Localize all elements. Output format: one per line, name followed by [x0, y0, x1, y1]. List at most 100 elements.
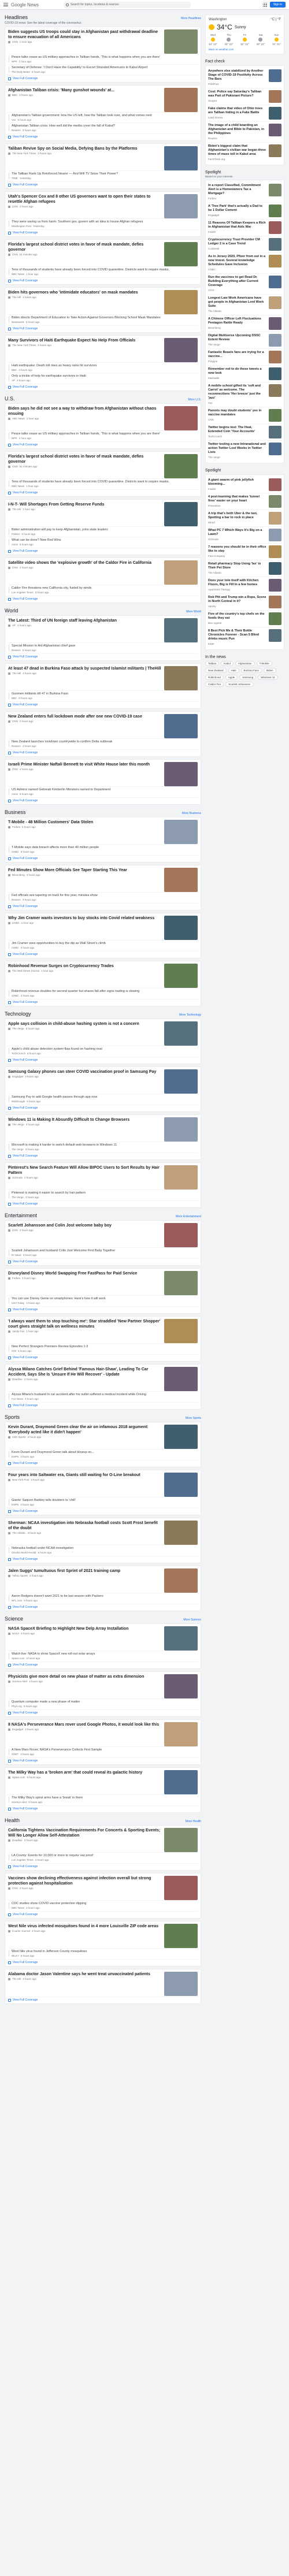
story-thumbnail[interactable] [164, 1626, 198, 1651]
related-headline[interactable]: Nebraska football under NCAA investigati… [12, 1547, 198, 1551]
story-thumbnail[interactable] [164, 88, 198, 112]
view-full-coverage-button[interactable]: View Full Coverage [8, 548, 198, 553]
story-headline[interactable]: Vaccines show declining effectiveness ag… [8, 1876, 161, 1886]
related-headline[interactable]: Robinhood revenue doubles for second qua… [12, 990, 198, 994]
related-source[interactable]: Newsweek [12, 321, 24, 324]
story-source[interactable]: CNN [12, 205, 18, 208]
related-source[interactable]: Politico [12, 533, 20, 536]
story-thumbnail[interactable] [164, 916, 198, 940]
story-headline[interactable]: 'I always want them to stop touching me'… [8, 1319, 161, 1329]
side-story-headline[interactable]: In a report Classified, Commitment Alert… [208, 184, 266, 196]
related-source[interactable]: NPR [12, 60, 17, 63]
story-source[interactable]: The New York Times [12, 152, 36, 155]
side-story[interactable]: A Chinese Officer Left Fluctuations Pent… [208, 315, 281, 332]
side-story-thumbnail[interactable] [269, 596, 281, 608]
related-source[interactable]: BBC [12, 369, 17, 371]
story-source[interactable]: Engadget [12, 1728, 23, 1731]
story-headline[interactable]: T-Mobile - 48 Million Customers' Data St… [8, 820, 161, 825]
related-headline[interactable]: Scarlett Johansson and husband Colin Jos… [12, 1249, 198, 1253]
side-story-thumbnail[interactable] [269, 221, 281, 234]
related-headline[interactable]: LA County: Events for 10,000 or more to … [12, 1854, 198, 1858]
related-source[interactable]: Reuters [12, 129, 21, 132]
section-subtitle[interactable]: COVID-19 news: See the latest coverage o… [5, 21, 201, 25]
side-story-thumbnail[interactable] [269, 426, 281, 438]
related-source[interactable]: Space.com [12, 1657, 25, 1660]
related-headline[interactable]: Tens of thousands of students have alrea… [12, 480, 198, 484]
story-thumbnail[interactable] [164, 1674, 198, 1698]
side-story-headline[interactable]: Longest Law Work Americans have got peop… [208, 296, 266, 308]
section-more-link[interactable]: More Headlines [181, 17, 201, 20]
story-headline[interactable]: NASA SpaceX Briefing to Highlight New De… [8, 1626, 161, 1631]
related-source[interactable]: Vox [12, 118, 16, 121]
related-headline[interactable]: Peace talks cease as US military approac… [12, 55, 198, 60]
related-source[interactable]: NBC News [12, 485, 24, 488]
related-source[interactable]: 9to5Google [12, 1100, 25, 1103]
story-thumbnail[interactable] [164, 714, 198, 738]
related-source[interactable]: CNBC [12, 850, 19, 853]
story-source[interactable]: Space.com [12, 1776, 25, 1779]
main-menu-icon[interactable] [3, 2, 8, 7]
view-full-coverage-button[interactable]: View Full Coverage [8, 1258, 198, 1263]
story-source[interactable]: CNN [12, 40, 18, 43]
story-headline[interactable]: Fed Minutes Show More Officials See Tape… [8, 868, 161, 873]
related-headline[interactable]: Kevin Durant and Draymond Green talk abo… [12, 1451, 198, 1455]
side-story[interactable]: Cost: Police say Saturday's Taliban was … [208, 88, 281, 105]
related-source[interactable]: Washington Post [12, 225, 31, 228]
related-headline[interactable]: Quantum computer made a new phase of mat… [12, 1700, 198, 1704]
side-story-thumbnail[interactable] [269, 124, 281, 136]
story-source[interactable]: CNN [12, 768, 18, 771]
related-source[interactable]: IGN [12, 1350, 16, 1352]
story-source[interactable]: Courier Journal [12, 1930, 30, 1932]
view-full-coverage-button[interactable]: View Full Coverage [8, 181, 198, 187]
side-story[interactable]: 7 reasons you should be in their office … [208, 544, 281, 560]
story-source[interactable]: CBS Sports [12, 1436, 26, 1438]
side-story-headline[interactable]: A Chinese Officer Left Fluctuations Pent… [208, 317, 266, 325]
side-story-headline[interactable]: Cryptocurrency Trust Provider CM Ledger … [208, 238, 266, 246]
story-headline[interactable]: I-N-T- Will Shortages From Getting Reser… [8, 502, 161, 507]
side-story-thumbnail[interactable] [269, 144, 281, 157]
side-story-headline[interactable]: Cost: Police say Saturday's Taliban was … [208, 90, 266, 98]
search-input[interactable]: Search for topics, locations & sources [64, 1, 191, 8]
side-story-thumbnail[interactable] [269, 276, 281, 288]
view-full-coverage-button[interactable]: View Full Coverage [8, 1402, 198, 1407]
story-thumbnail[interactable] [164, 868, 198, 892]
side-story-thumbnail[interactable] [269, 184, 281, 196]
view-full-coverage-button[interactable]: View Full Coverage [8, 489, 198, 495]
side-story-thumbnail[interactable] [269, 90, 281, 103]
story-headline[interactable]: Alyssa Milano Catches Grief Behind 'Famo… [8, 1367, 161, 1377]
view-full-coverage-button[interactable]: View Full Coverage [8, 701, 198, 707]
story-source[interactable]: The Hill [12, 1977, 21, 1980]
related-source[interactable]: ESPN [12, 1455, 18, 1458]
view-full-coverage-button[interactable]: View Full Coverage [8, 1556, 198, 1561]
section-title[interactable]: Sports [5, 1414, 20, 1420]
story-headline[interactable]: Kevin Durant, Draymond Green clear the a… [8, 1425, 161, 1435]
story-source[interactable]: The Hill [12, 296, 21, 299]
side-story-thumbnail[interactable] [269, 409, 281, 422]
related-source[interactable]: BBC [12, 697, 17, 700]
story-thumbnail[interactable] [164, 1924, 198, 1948]
topic-chip[interactable]: Apple [225, 675, 238, 680]
story-thumbnail[interactable] [164, 290, 198, 314]
story-headline[interactable]: California Tightens Vaccination Requirem… [8, 1828, 161, 1838]
story-source[interactable]: The Hill [12, 672, 21, 675]
side-story-thumbnail[interactable] [269, 478, 281, 491]
view-full-coverage-button[interactable]: View Full Coverage [8, 1709, 198, 1715]
side-story-thumbnail[interactable] [269, 107, 281, 120]
story-thumbnail[interactable] [164, 454, 198, 478]
view-full-coverage-button[interactable]: View Full Coverage [8, 441, 198, 447]
story-thumbnail[interactable] [164, 1117, 198, 1142]
section-title[interactable]: Entertainment [5, 1213, 37, 1218]
story-headline[interactable]: Pinterest's New Search Feature Will Allo… [8, 1165, 161, 1176]
related-source[interactable]: Axios [12, 543, 18, 546]
side-story[interactable]: Twitter testing a new Intranational and … [208, 441, 281, 461]
story-source[interactable]: The Athletic [12, 1532, 26, 1534]
side-story[interactable]: Fantastic Beasts fans are trying for a v… [208, 349, 281, 366]
topic-chip[interactable]: Samsung [239, 675, 257, 680]
story-thumbnail[interactable] [164, 560, 198, 585]
weather-unit-toggle[interactable]: °C | °F [271, 18, 281, 21]
story-thumbnail[interactable] [164, 242, 198, 266]
related-headline[interactable]: They were saving us from harm: Southern … [12, 220, 198, 224]
related-source[interactable]: TIME [12, 177, 18, 180]
side-story-thumbnail[interactable] [269, 205, 281, 217]
story-source[interactable]: The Verge [12, 1123, 24, 1126]
